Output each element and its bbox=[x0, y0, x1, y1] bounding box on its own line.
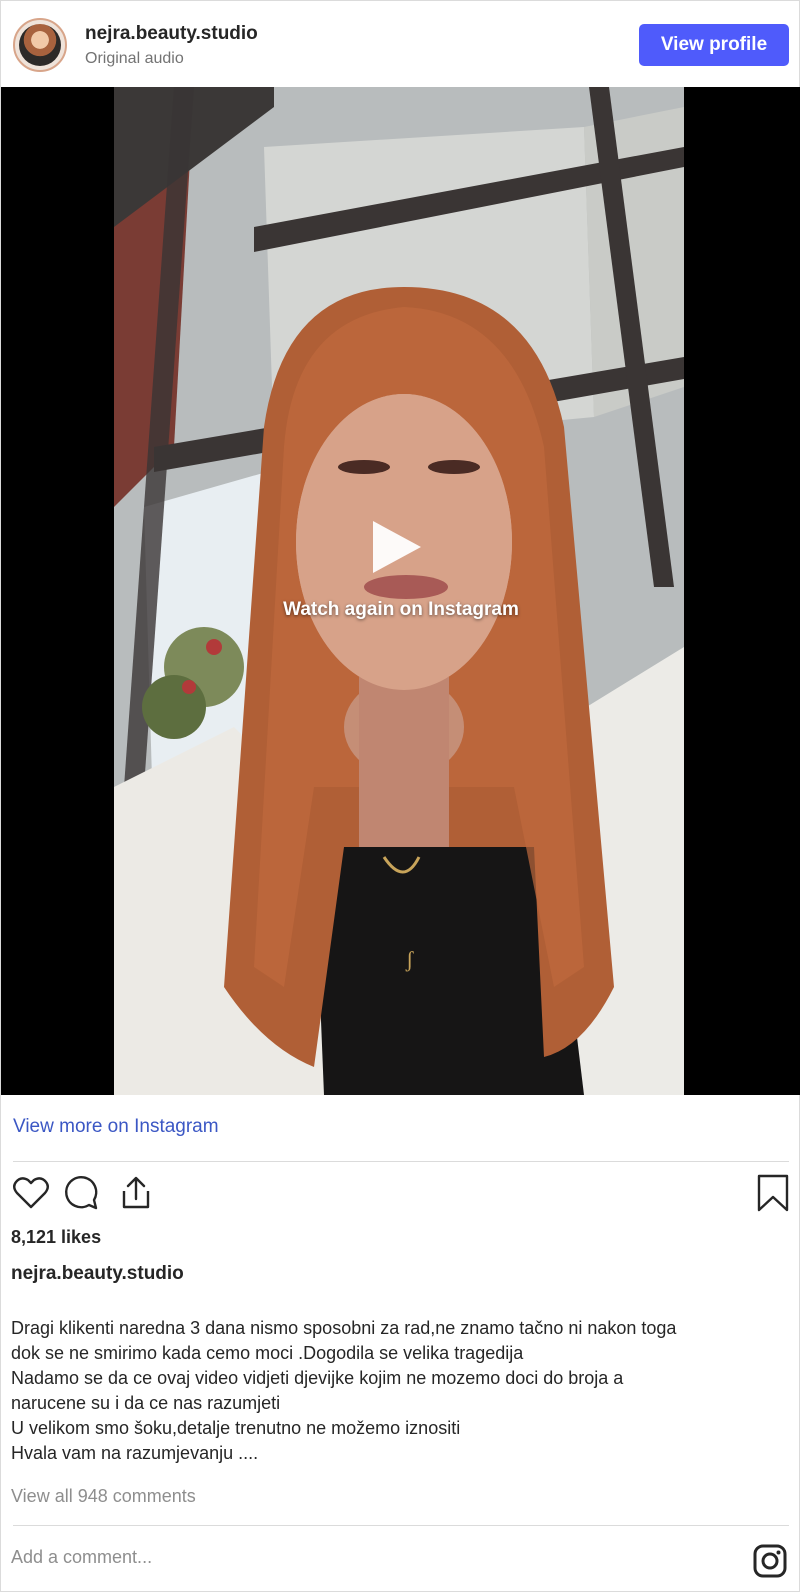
add-comment-input[interactable]: Add a comment... bbox=[11, 1547, 152, 1568]
heart-icon[interactable] bbox=[11, 1173, 51, 1213]
caption-line: Nadamo se da ce ovaj video vidjeti djevi… bbox=[11, 1368, 624, 1388]
action-bar bbox=[1, 1173, 800, 1217]
bookmark-icon[interactable] bbox=[753, 1173, 793, 1213]
caption-line: Dragi klikenti naredna 3 dana nismo spos… bbox=[11, 1318, 677, 1338]
divider bbox=[13, 1525, 789, 1526]
comment-icon[interactable] bbox=[61, 1173, 101, 1213]
likes-count[interactable]: 8,121 likes bbox=[11, 1227, 101, 1248]
header-username[interactable]: nejra.beauty.studio bbox=[85, 23, 258, 45]
caption-text: Dragi klikenti naredna 3 dana nismo spos… bbox=[11, 1316, 791, 1466]
caption-line: Hvala vam na razumjevanju .... bbox=[11, 1443, 259, 1463]
watch-again-label[interactable]: Watch again on Instagram bbox=[1, 599, 800, 621]
share-icon[interactable] bbox=[116, 1173, 156, 1213]
caption-username[interactable]: nejra.beauty.studio bbox=[11, 1263, 184, 1285]
caption-line: narucene su i da ce nas razumjeti bbox=[11, 1393, 281, 1413]
svg-text:ʃ: ʃ bbox=[405, 947, 414, 972]
post-header: nejra.beauty.studio Original audio View … bbox=[1, 1, 800, 87]
view-all-comments-link[interactable]: View all 948 comments bbox=[11, 1486, 196, 1507]
video-player[interactable]: ʃ Watch again on Instagram bbox=[1, 87, 800, 1095]
instagram-embed-card: nejra.beauty.studio Original audio View … bbox=[0, 0, 800, 1592]
instagram-icon[interactable] bbox=[753, 1544, 787, 1578]
audio-label[interactable]: Original audio bbox=[85, 50, 184, 68]
view-profile-button[interactable]: View profile bbox=[639, 24, 789, 66]
view-more-link[interactable]: View more on Instagram bbox=[13, 1116, 219, 1138]
play-icon[interactable] bbox=[373, 521, 421, 573]
divider bbox=[13, 1161, 789, 1162]
avatar[interactable] bbox=[13, 18, 67, 72]
caption-line: U velikom smo šoku,detalje trenutno ne m… bbox=[11, 1418, 461, 1438]
video-frame: ʃ bbox=[114, 87, 684, 1095]
caption-line: dok se ne smirimo kada cemo moci .Dogodi… bbox=[11, 1343, 524, 1363]
